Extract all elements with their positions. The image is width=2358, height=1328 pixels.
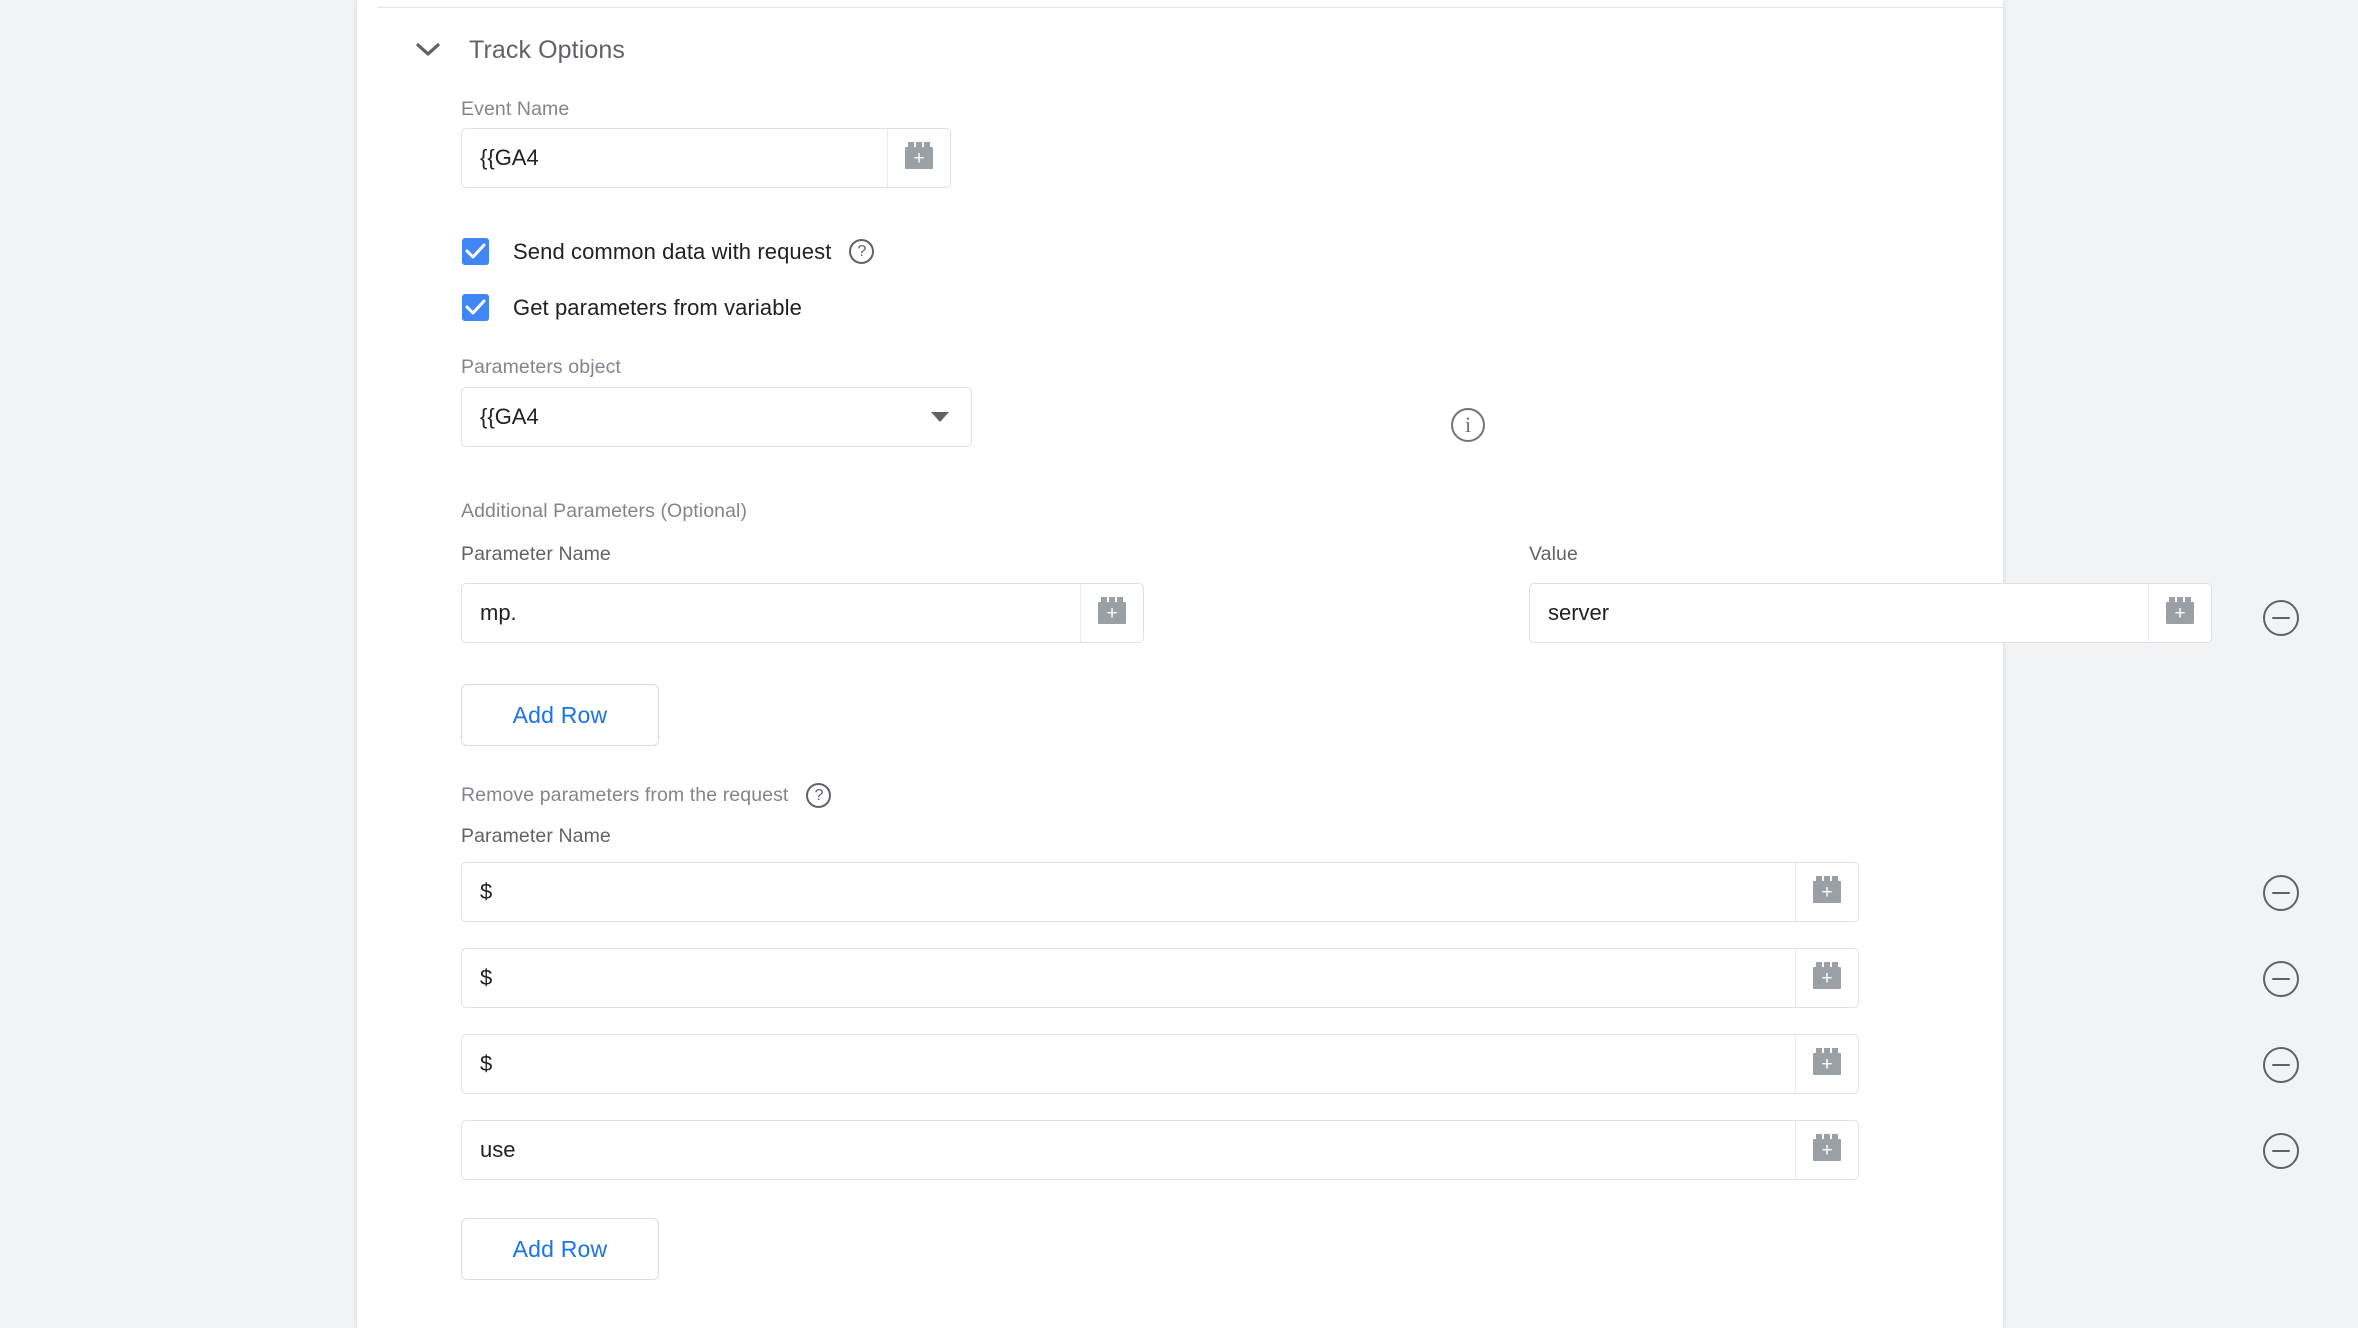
additional-parameters-label: Additional Parameters (Optional): [461, 500, 747, 523]
lego-plus-icon[interactable]: +: [2148, 584, 2211, 642]
remove-parameter-input[interactable]: $: [462, 949, 1795, 1007]
additional-parameters-add-row-button[interactable]: Add Row: [461, 684, 659, 746]
remove-additional-parameter-row-button[interactable]: [2263, 600, 2299, 636]
parameters-object-select[interactable]: {{GA4: [461, 387, 972, 447]
minus-circle-icon: [2272, 978, 2290, 981]
info-circle-icon[interactable]: i: [1451, 408, 1485, 442]
lego-plus-icon[interactable]: +: [1795, 949, 1858, 1007]
remove-parameter-input-wrapper[interactable]: use +: [461, 1120, 1859, 1180]
app-page: Track Options Event Name {{GA4 + Send co…: [0, 0, 2358, 1328]
send-common-data-checkbox[interactable]: [462, 238, 489, 265]
additional-parameter-value-input-wrapper[interactable]: server +: [1529, 583, 2212, 643]
additional-parameter-value-input[interactable]: server: [1530, 584, 2148, 642]
chevron-down-icon[interactable]: [407, 30, 449, 70]
additional-parameter-name-input-wrapper[interactable]: mp. +: [461, 583, 1144, 643]
remove-parameter-input-wrapper[interactable]: $ +: [461, 862, 1859, 922]
remove-parameter-row-button[interactable]: [2263, 875, 2299, 911]
remove-parameter-row-button[interactable]: [2263, 1047, 2299, 1083]
card-top-divider: [377, 7, 2003, 8]
lego-plus-icon[interactable]: +: [1795, 863, 1858, 921]
remove-parameter-input[interactable]: $: [462, 1035, 1795, 1093]
lego-plus-icon[interactable]: +: [887, 129, 950, 187]
additional-parameters-value-column-header: Value: [1529, 543, 1578, 566]
minus-circle-icon: [2272, 1064, 2290, 1067]
chevron-down-icon[interactable]: [931, 412, 949, 422]
lego-plus-icon[interactable]: +: [1795, 1121, 1858, 1179]
remove-parameter-row-button[interactable]: [2263, 1133, 2299, 1169]
send-common-data-label: Send common data with request: [513, 239, 831, 265]
lego-plus-icon[interactable]: +: [1795, 1035, 1858, 1093]
send-common-data-checkbox-row[interactable]: Send common data with request ?: [462, 238, 874, 265]
help-circle-icon[interactable]: ?: [849, 239, 874, 264]
event-name-input-wrapper[interactable]: {{GA4 +: [461, 128, 951, 188]
additional-parameter-name-input[interactable]: mp.: [462, 584, 1080, 642]
minus-circle-icon: [2272, 1150, 2290, 1153]
minus-circle-icon: [2272, 617, 2290, 620]
minus-circle-icon: [2272, 892, 2290, 895]
track-options-section-header[interactable]: Track Options: [357, 30, 625, 70]
parameters-object-label: Parameters object: [461, 356, 621, 379]
remove-parameter-input[interactable]: use: [462, 1121, 1795, 1179]
remove-parameters-name-column-header: Parameter Name: [461, 825, 611, 848]
remove-parameter-input-wrapper[interactable]: $ +: [461, 948, 1859, 1008]
get-parameters-from-variable-label: Get parameters from variable: [513, 295, 802, 321]
event-name-input[interactable]: {{GA4: [462, 129, 887, 187]
event-name-label: Event Name: [461, 98, 569, 121]
remove-parameters-add-row-button[interactable]: Add Row: [461, 1218, 659, 1280]
remove-parameters-label: Remove parameters from the request: [461, 784, 788, 807]
remove-parameter-input[interactable]: $: [462, 863, 1795, 921]
get-parameters-from-variable-checkbox[interactable]: [462, 294, 489, 321]
remove-parameter-row-button[interactable]: [2263, 961, 2299, 997]
remove-parameters-section-label-row: Remove parameters from the request ?: [461, 783, 831, 808]
additional-parameters-name-column-header: Parameter Name: [461, 543, 611, 566]
section-title: Track Options: [469, 36, 625, 65]
help-circle-icon[interactable]: ?: [806, 783, 831, 808]
parameters-object-value[interactable]: {{GA4: [462, 404, 931, 430]
remove-parameter-input-wrapper[interactable]: $ +: [461, 1034, 1859, 1094]
lego-plus-icon[interactable]: +: [1080, 584, 1143, 642]
track-options-card: Track Options Event Name {{GA4 + Send co…: [357, 0, 2003, 1328]
get-parameters-from-variable-checkbox-row[interactable]: Get parameters from variable: [462, 294, 802, 321]
